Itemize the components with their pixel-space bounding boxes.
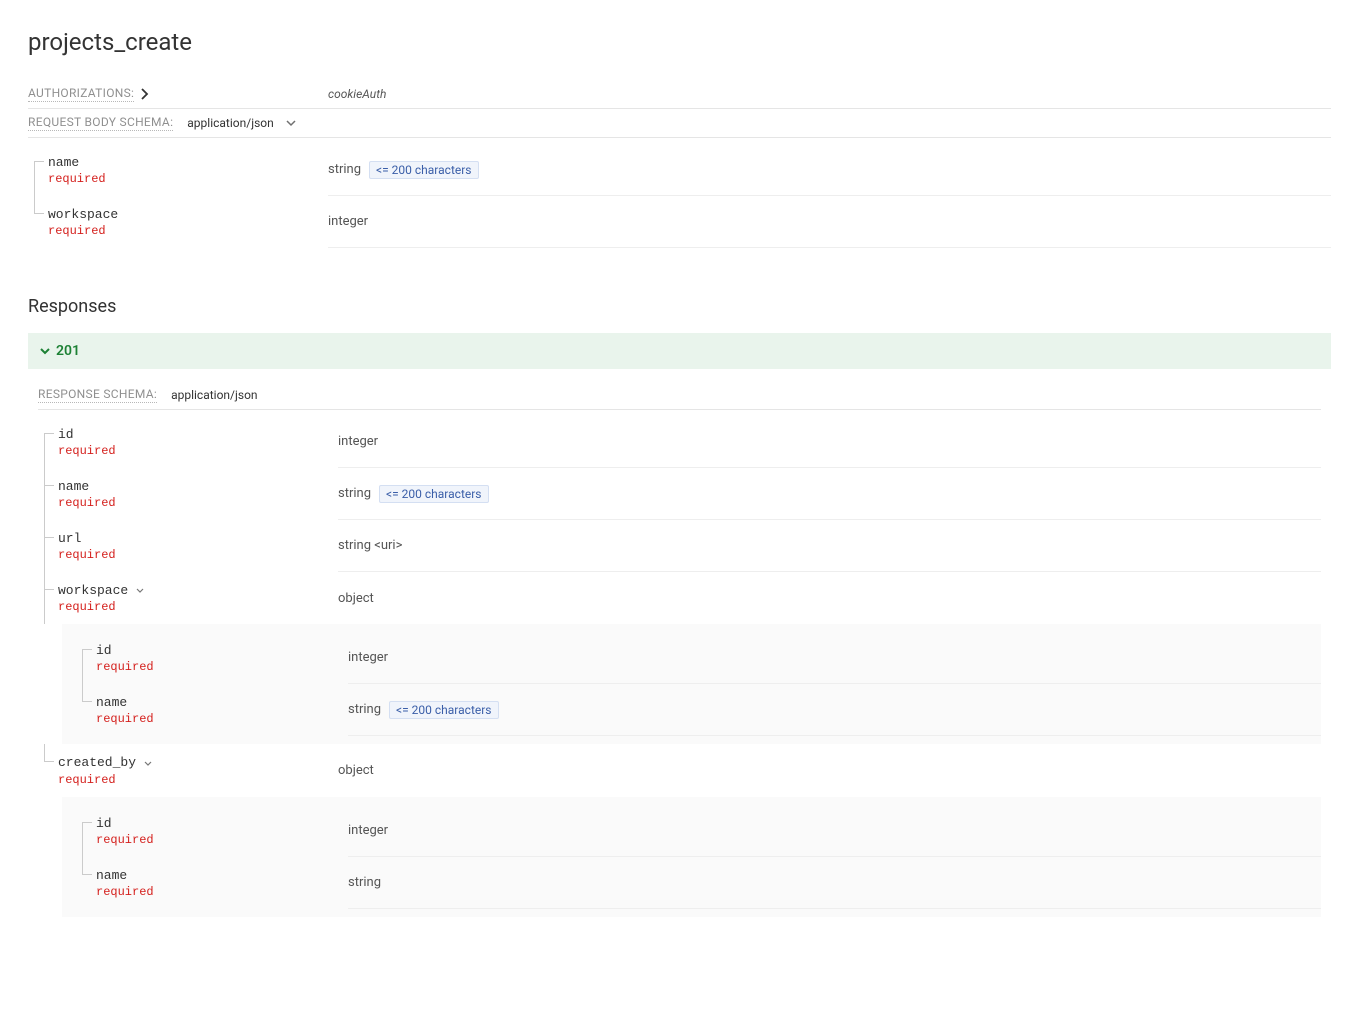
- tree-connector: [76, 857, 96, 909]
- param-name: url: [58, 531, 81, 546]
- param-row: name required string <= 200 characters: [38, 468, 1321, 520]
- param-type: object: [338, 763, 374, 778]
- param-row: id required integer: [38, 416, 1321, 468]
- param-type: string: [328, 162, 361, 177]
- chevron-down-icon: [144, 755, 152, 771]
- param-name: workspace: [48, 207, 118, 222]
- authorizations-value: cookieAuth: [328, 87, 386, 101]
- param-required: required: [96, 712, 348, 726]
- param-required: required: [48, 224, 328, 238]
- chevron-down-icon: [40, 343, 50, 359]
- response-schema-label: RESPONSE SCHEMA:: [38, 387, 157, 403]
- request-body-params: name required string <= 200 characters w…: [28, 144, 1331, 248]
- param-name: id: [96, 816, 112, 831]
- param-constraint: <= 200 characters: [369, 161, 478, 179]
- chevron-right-icon: [138, 87, 152, 101]
- chevron-down-icon: [136, 582, 144, 598]
- param-required: required: [96, 833, 348, 847]
- param-required: required: [48, 172, 328, 186]
- param-row: name required string <= 200 characters: [76, 684, 1321, 736]
- chevron-down-icon[interactable]: [286, 120, 296, 127]
- param-row: name required string <= 200 characters: [28, 144, 1331, 196]
- operation-title: projects_create: [28, 28, 1331, 56]
- param-name: name: [96, 695, 127, 710]
- nested-params-workspace: id required integer name required string…: [62, 624, 1321, 744]
- param-required: required: [58, 444, 338, 458]
- responses-heading: Responses: [28, 296, 1331, 317]
- param-name: created_by: [58, 755, 136, 770]
- param-row: workspace required integer: [28, 196, 1331, 248]
- tree-connector: [38, 572, 58, 624]
- param-type: integer: [348, 650, 388, 665]
- tree-connector: [38, 416, 58, 468]
- authorizations-row[interactable]: AUTHORIZATIONS: cookieAuth: [28, 80, 1331, 109]
- param-required: required: [58, 773, 338, 787]
- param-required: required: [96, 885, 348, 899]
- param-name: id: [96, 643, 112, 658]
- param-constraint: <= 200 characters: [389, 701, 498, 719]
- param-type: integer: [338, 434, 378, 449]
- response-201-body: RESPONSE SCHEMA: application/json id req…: [28, 369, 1331, 917]
- param-type: string: [338, 486, 371, 501]
- param-name: id: [58, 427, 74, 442]
- response-code: 201: [56, 343, 80, 359]
- tree-connector: [38, 744, 58, 796]
- tree-connector: [38, 520, 58, 572]
- tree-connector: [28, 196, 48, 248]
- request-body-content-type[interactable]: application/json: [187, 116, 273, 130]
- request-body-label: REQUEST BODY SCHEMA:: [28, 115, 173, 131]
- param-required: required: [58, 496, 338, 510]
- param-name: workspace: [58, 583, 128, 598]
- nested-params-created-by: id required integer name required string: [62, 797, 1321, 917]
- param-required: required: [58, 548, 338, 562]
- param-type: integer: [328, 214, 368, 229]
- param-required: required: [96, 660, 348, 674]
- param-type: string: [348, 875, 381, 890]
- param-constraint: <= 200 characters: [379, 485, 488, 503]
- param-required: required: [58, 600, 338, 614]
- response-201-toggle[interactable]: 201: [28, 333, 1331, 369]
- param-type: object: [338, 591, 374, 606]
- param-type: string <uri>: [338, 538, 402, 553]
- tree-connector: [38, 468, 58, 520]
- param-row: id required integer: [76, 632, 1321, 684]
- param-type: string: [348, 702, 381, 717]
- tree-connector: [76, 805, 96, 857]
- param-type: integer: [348, 823, 388, 838]
- param-row: id required integer: [76, 805, 1321, 857]
- tree-connector: [76, 684, 96, 736]
- tree-connector: [28, 144, 48, 196]
- authorizations-label: AUTHORIZATIONS:: [28, 86, 134, 102]
- param-row-expandable[interactable]: created_by required object: [38, 744, 1321, 796]
- param-row: name required string: [76, 857, 1321, 909]
- param-name: name: [48, 155, 79, 170]
- param-name: name: [96, 868, 127, 883]
- request-body-schema-row: REQUEST BODY SCHEMA: application/json: [28, 109, 1331, 138]
- param-row-expandable[interactable]: workspace required object: [38, 572, 1321, 624]
- response-params: id required integer name required string…: [38, 416, 1321, 917]
- param-row: url required string <uri>: [38, 520, 1321, 572]
- response-content-type: application/json: [171, 388, 257, 402]
- tree-connector: [76, 632, 96, 684]
- response-schema-row: RESPONSE SCHEMA: application/json: [38, 381, 1321, 410]
- param-name: name: [58, 479, 89, 494]
